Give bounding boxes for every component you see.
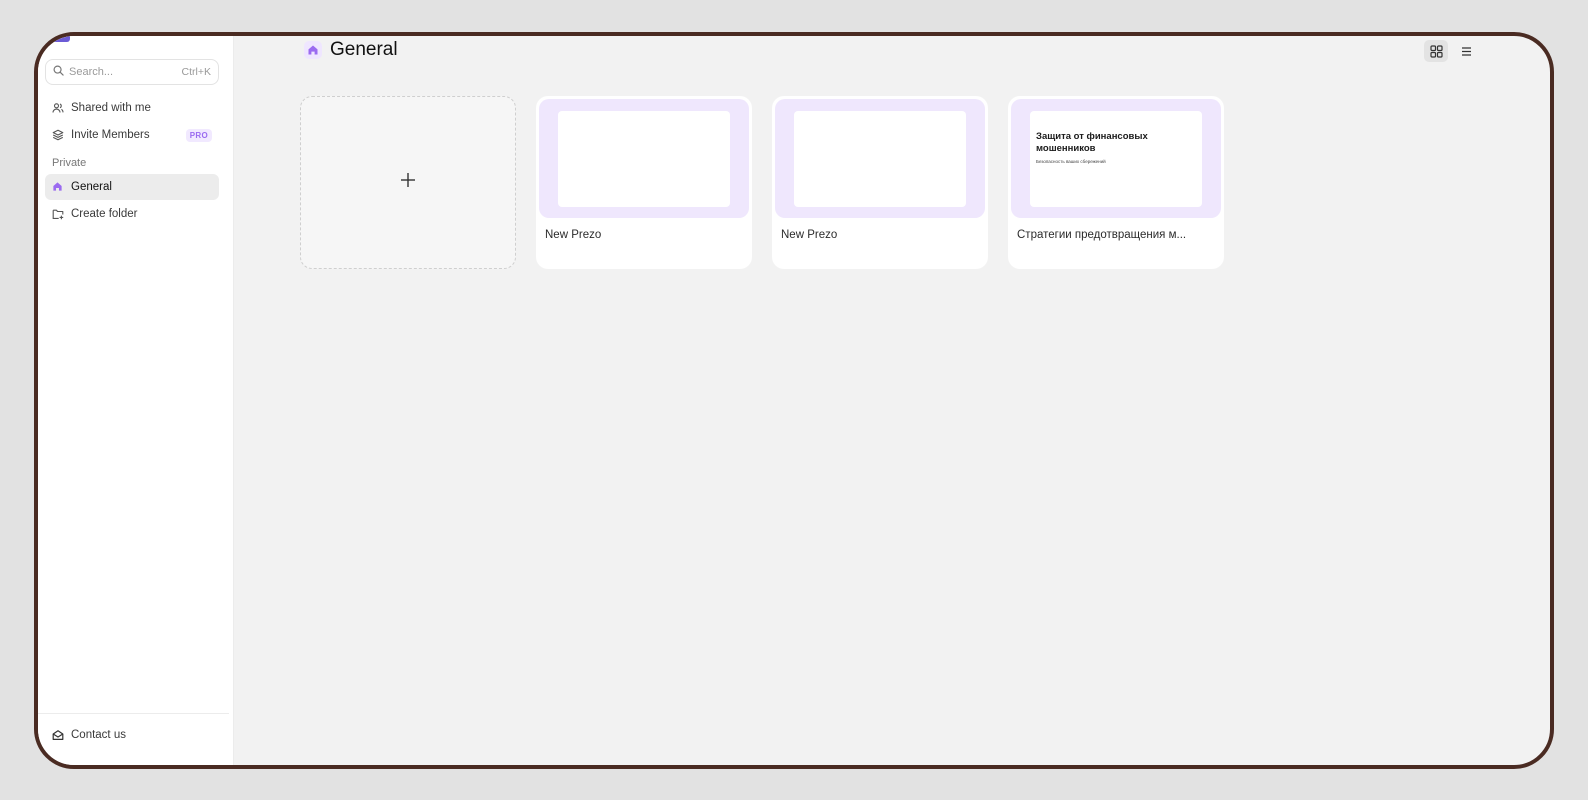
sidebar-item-shared[interactable]: Shared with me xyxy=(45,95,219,121)
presentation-title: New Prezo xyxy=(545,229,602,241)
slide-title: Защита от финансовых мошенников xyxy=(1036,131,1148,154)
sidebar-item-label: General xyxy=(71,181,112,193)
presentation-thumbnail xyxy=(539,99,749,218)
mail-open-icon xyxy=(52,729,64,741)
sidebar-item-invite-members[interactable]: Invite Members PRO xyxy=(45,122,219,148)
page-header: General xyxy=(304,39,398,61)
pro-badge: PRO xyxy=(185,128,212,142)
presentation-thumbnail xyxy=(775,99,985,218)
presentation-grid: New Prezo New Prezo Защита от финансовых… xyxy=(300,96,1224,269)
app-logo xyxy=(52,36,70,42)
slide-subtitle: Безопасность ваших сбережений xyxy=(1036,159,1106,164)
presentation-card[interactable]: New Prezo xyxy=(536,96,752,269)
search-icon xyxy=(53,63,64,81)
sidebar-item-label: Shared with me xyxy=(71,102,151,114)
sidebar-item-label: Create folder xyxy=(71,208,138,220)
search-box[interactable]: Ctrl+K xyxy=(45,59,219,85)
slide-preview xyxy=(558,111,730,207)
grid-view-icon[interactable] xyxy=(1424,40,1448,62)
list-view-icon[interactable] xyxy=(1454,40,1478,62)
presentation-thumbnail: Защита от финансовых мошенников Безопасн… xyxy=(1011,99,1221,218)
view-toggle xyxy=(1424,40,1478,62)
presentation-title: Стратегии предотвращения м... xyxy=(1017,229,1187,241)
sidebar: Ctrl+K Shared with me Invite Members PRO… xyxy=(38,36,234,765)
stack-icon xyxy=(52,129,64,141)
sidebar-item-label: Contact us xyxy=(71,729,126,741)
search-shortcut: Ctrl+K xyxy=(181,66,211,78)
contact-us-link[interactable]: Contact us xyxy=(45,722,219,748)
folder-plus-icon xyxy=(52,208,64,220)
main-content: General New Prezo New Prezo Защита от фи… xyxy=(234,36,1550,765)
users-icon xyxy=(52,102,64,114)
sidebar-divider xyxy=(38,713,229,714)
slide-preview xyxy=(794,111,966,207)
sidebar-item-general[interactable]: General xyxy=(45,174,219,200)
new-presentation-button[interactable] xyxy=(300,96,516,269)
presentation-title: New Prezo xyxy=(781,229,838,241)
section-label-private: Private xyxy=(52,157,87,169)
presentation-card[interactable]: Защита от финансовых мошенников Безопасн… xyxy=(1008,96,1224,269)
sidebar-item-label: Invite Members xyxy=(71,129,150,141)
plus-icon xyxy=(399,171,417,194)
slide-preview: Защита от финансовых мошенников Безопасн… xyxy=(1030,111,1202,207)
create-folder-button[interactable]: Create folder xyxy=(45,201,219,227)
page-title: General xyxy=(330,39,398,60)
app-window: Ctrl+K Shared with me Invite Members PRO… xyxy=(34,32,1554,769)
home-icon xyxy=(304,41,322,59)
home-icon xyxy=(52,181,64,193)
search-input[interactable] xyxy=(69,66,169,78)
presentation-card[interactable]: New Prezo xyxy=(772,96,988,269)
